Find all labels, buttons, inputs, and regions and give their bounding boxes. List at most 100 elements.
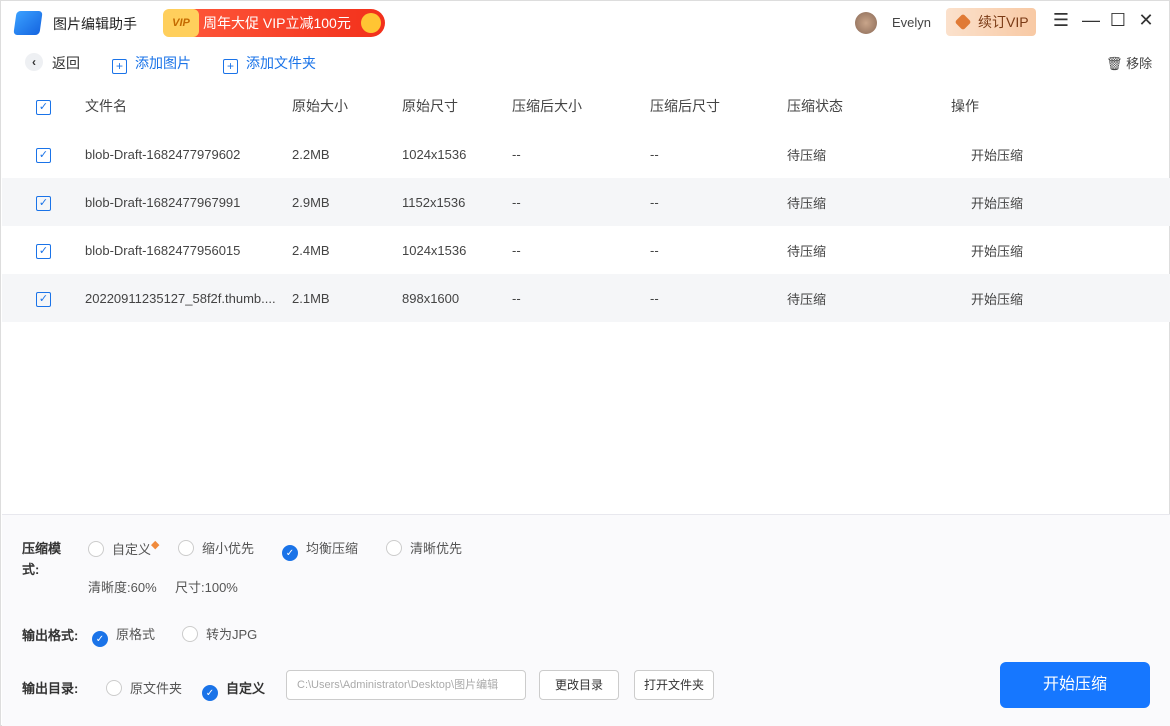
coin-icon xyxy=(361,13,381,33)
table-header: ✓ 文件名 原始大小 原始尺寸 压缩后大小 压缩后尺寸 压缩状态 操作 xyxy=(2,82,1170,130)
diamond-icon xyxy=(954,13,972,31)
file-name: 20220911235127_58f2f.thumb.... xyxy=(85,274,292,322)
size-value: 尺寸:100% xyxy=(175,580,238,595)
open-folder-button[interactable]: 打开文件夹 xyxy=(634,670,714,700)
col-action: 操作 xyxy=(951,98,979,114)
add-file-icon: + xyxy=(112,59,127,74)
mode-custom-label: 自定义 xyxy=(112,542,152,557)
file-name: blob-Draft-1682477967991 xyxy=(85,178,292,226)
mode-clarity[interactable]: 清晰优先 xyxy=(386,538,462,557)
add-folder-icon: + xyxy=(223,59,238,74)
dir-custom-label: 自定义 xyxy=(226,681,266,696)
app-logo xyxy=(13,11,43,35)
file-size: 2.9MB xyxy=(292,178,402,226)
compressed-size: -- xyxy=(512,146,521,162)
row-checkbox[interactable]: ✓ xyxy=(36,243,51,259)
avatar[interactable] xyxy=(855,12,877,34)
change-dir-button[interactable]: 更改目录 xyxy=(539,670,619,700)
select-all-checkbox[interactable]: ✓ xyxy=(36,100,51,115)
mode-shrink-label: 缩小优先 xyxy=(202,541,255,556)
minimize-icon[interactable]: — xyxy=(1079,10,1103,31)
file-name: blob-Draft-1682477979602 xyxy=(85,146,241,162)
table-row[interactable]: ✓ 20220911235127_58f2f.thumb.... 2.1MB 898x… xyxy=(2,274,1170,322)
status: 待压缩 xyxy=(787,178,951,226)
compressed-dim: -- xyxy=(650,242,659,258)
compressed-size: -- xyxy=(512,242,521,258)
radio-checked-icon: ✓ xyxy=(92,631,108,647)
mode-label: 压缩模 xyxy=(22,541,62,556)
compressed-size: -- xyxy=(512,274,650,322)
add-folder-button[interactable]: + 添加文件夹 xyxy=(223,53,316,74)
status: 待压缩 xyxy=(787,243,827,259)
mode-balanced[interactable]: ✓ 均衡压缩 xyxy=(282,538,358,561)
radio-checked-icon: ✓ xyxy=(282,545,298,561)
file-table: ✓ 文件名 原始大小 原始尺寸 压缩后大小 压缩后尺寸 压缩状态 操作 ✓ blo… xyxy=(2,82,1170,322)
file-name: blob-Draft-1682477956015 xyxy=(85,242,241,258)
col-cdim: 压缩后尺寸 xyxy=(650,98,720,114)
compressed-dim: -- xyxy=(650,178,787,226)
radio-checked-icon: ✓ xyxy=(202,685,218,701)
table-row[interactable]: ✓ blob-Draft-1682477979602 2.2MB 1024x1536 -… xyxy=(2,130,1170,178)
app-title: 图片编辑助手 xyxy=(53,16,137,32)
username[interactable]: Evelyn xyxy=(892,15,931,30)
mode-custom[interactable]: 自定义◆ xyxy=(88,538,159,558)
col-status: 压缩状态 xyxy=(787,98,843,114)
radio-icon xyxy=(182,626,198,642)
add-image-button[interactable]: + 添加图片 xyxy=(112,53,191,74)
file-dim: 1152x1536 xyxy=(402,178,512,226)
dir-original-label: 原文件夹 xyxy=(130,681,183,696)
table-row[interactable]: ✓ blob-Draft-1682477956015 2.4MB 1024x1536 -… xyxy=(2,226,1170,274)
col-csize: 压缩后大小 xyxy=(512,98,582,114)
renew-vip-button[interactable]: 续订VIP xyxy=(946,8,1036,36)
maximize-icon[interactable]: ☐ xyxy=(1106,10,1130,31)
mode-label-2: 式: xyxy=(22,562,40,577)
radio-icon xyxy=(386,540,402,556)
row-checkbox[interactable]: ✓ xyxy=(36,147,51,163)
start-compress-link[interactable]: 开始压缩 xyxy=(951,226,1170,274)
close-icon[interactable]: ✕ xyxy=(1134,10,1158,31)
mode-shrink[interactable]: 缩小优先 xyxy=(178,538,254,557)
start-compress-link[interactable]: 开始压缩 xyxy=(951,130,1170,178)
mode-balanced-label: 均衡压缩 xyxy=(306,541,359,556)
trash-icon: 🗑 xyxy=(1106,56,1123,71)
radio-icon xyxy=(106,680,122,696)
clarity-value: 清晰度:60% xyxy=(88,580,157,595)
radio-icon xyxy=(88,541,104,557)
file-dim: 1024x1536 xyxy=(402,146,467,162)
output-path-input[interactable]: C:\Users\Administrator\Desktop\图片编辑 xyxy=(286,670,526,700)
file-dim: 1024x1536 xyxy=(402,242,467,258)
file-size: 2.4MB xyxy=(292,242,330,258)
format-label: 输出格式: xyxy=(22,628,79,643)
compressed-dim: -- xyxy=(650,146,659,162)
file-size: 2.2MB xyxy=(292,146,330,162)
col-size: 原始大小 xyxy=(292,98,348,114)
start-compress-link[interactable]: 开始压缩 xyxy=(951,178,1170,226)
vip-badge-icon: VIP xyxy=(163,9,199,37)
row-checkbox[interactable]: ✓ xyxy=(36,195,51,211)
radio-icon xyxy=(178,540,194,556)
dir-custom[interactable]: ✓ 自定义 xyxy=(202,678,265,701)
remove-button[interactable]: 🗑 移除 xyxy=(1106,53,1152,72)
col-dim: 原始尺寸 xyxy=(402,98,458,114)
compressed-size: -- xyxy=(512,178,650,226)
back-icon[interactable]: ‹ xyxy=(25,53,43,71)
remove-label: 移除 xyxy=(1126,56,1153,71)
start-compress-link[interactable]: 开始压缩 xyxy=(951,274,1170,322)
dir-original[interactable]: 原文件夹 xyxy=(106,678,182,697)
promo-banner[interactable]: VIP 周年大促 VIP立减100元 xyxy=(163,9,385,37)
mode-clarity-label: 清晰优先 xyxy=(410,541,463,556)
format-jpg[interactable]: 转为JPG xyxy=(182,624,257,643)
status: 待压缩 xyxy=(787,147,827,163)
add-image-label: 添加图片 xyxy=(135,55,191,71)
format-original-label: 原格式 xyxy=(116,627,156,642)
start-compress-button[interactable]: 开始压缩 xyxy=(1000,662,1150,708)
format-original[interactable]: ✓ 原格式 xyxy=(92,624,155,647)
menu-icon[interactable]: ☰ xyxy=(1049,10,1073,31)
row-checkbox[interactable]: ✓ xyxy=(36,291,51,307)
vip-diamond-icon: ◆ xyxy=(151,539,160,551)
compressed-dim: -- xyxy=(650,274,787,322)
format-jpg-label: 转为JPG xyxy=(206,627,258,642)
table-row[interactable]: ✓ blob-Draft-1682477967991 2.9MB 1152x1536-… xyxy=(2,178,1170,226)
back-button[interactable]: 返回 xyxy=(52,53,80,73)
file-size: 2.1MB xyxy=(292,274,402,322)
